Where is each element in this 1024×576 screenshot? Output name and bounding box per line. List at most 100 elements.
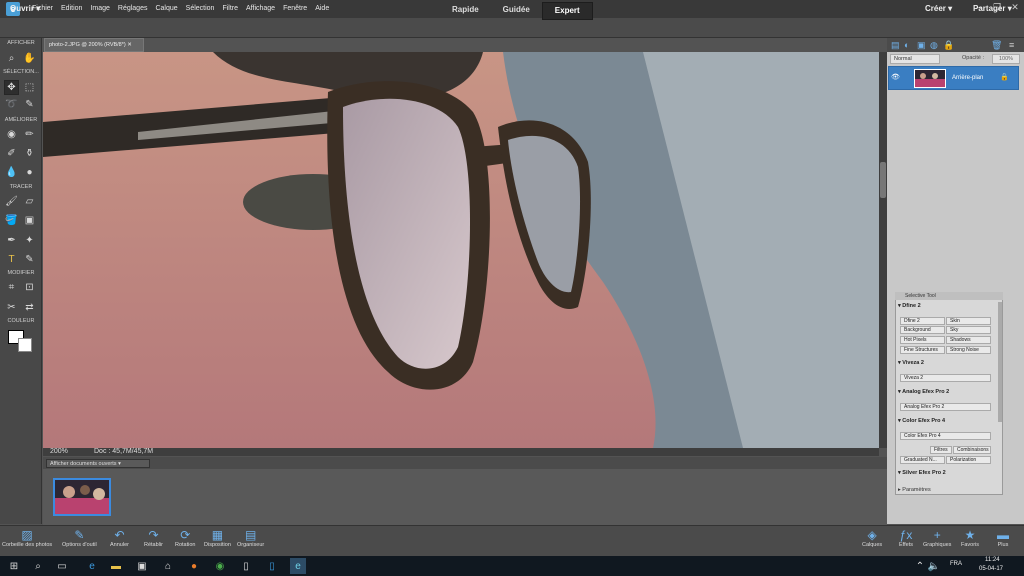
menu-fenetre[interactable]: Fenêtre	[279, 0, 311, 18]
clock-time[interactable]: 11:24	[985, 557, 1000, 563]
skin-button[interactable]: Skin	[946, 317, 991, 325]
dfine-2-button[interactable]: Dfine 2	[900, 317, 945, 325]
tab-expert[interactable]: Expert	[541, 2, 593, 20]
blend-mode-select[interactable]: Normal	[890, 54, 940, 64]
menu-affichage[interactable]: Affichage	[242, 0, 279, 18]
quick-select-icon[interactable]: ✎	[22, 97, 37, 112]
image-canvas[interactable]	[43, 52, 879, 448]
stamp-icon[interactable]: ⚱	[22, 146, 37, 161]
menu-filtre[interactable]: Filtre	[218, 0, 242, 18]
graphics-button[interactable]: + Graphiques	[923, 528, 951, 548]
selective-tool-scrollbar[interactable]	[998, 302, 1002, 422]
create-button[interactable]: Créer ▾	[925, 4, 952, 13]
graduated-n-button[interactable]: Graduated N...	[900, 456, 945, 464]
word-icon[interactable]: ▯	[264, 558, 280, 574]
tab-guidee[interactable]: Guidée	[491, 2, 542, 20]
hand-icon[interactable]: ✋	[22, 51, 37, 66]
filtres-button[interactable]: Filtres	[930, 446, 952, 454]
section-dfine[interactable]: ▾ Dfine 2	[898, 303, 921, 309]
section-analog-efex[interactable]: ▾ Analog Efex Pro 2	[898, 389, 949, 395]
firefox-icon[interactable]: ●	[186, 558, 202, 574]
file-explorer-icon[interactable]: ▬	[108, 558, 124, 574]
photo-bin-thumbnail[interactable]	[53, 478, 111, 516]
sponge-icon[interactable]: ●	[22, 165, 37, 180]
fine-structures-button[interactable]: Fine Structures	[900, 346, 945, 354]
photo-bin-select[interactable]: Afficher documents ouverts ▾	[46, 459, 150, 468]
blur-icon[interactable]: 💧	[4, 165, 19, 180]
layer-lock-icon[interactable]: 🔒	[1000, 73, 1009, 81]
menu-calque[interactable]: Calque	[151, 0, 181, 18]
hot-pixels-button[interactable]: Hot Pixels	[900, 336, 945, 344]
favorites-button[interactable]: ★ Favoris	[961, 528, 979, 548]
photoshop-elements-icon[interactable]: e	[290, 558, 306, 574]
layer-name[interactable]: Arrière-plan	[952, 75, 983, 81]
strong-noise-button[interactable]: Strong Noise	[946, 346, 991, 354]
tab-rapide[interactable]: Rapide	[440, 2, 491, 20]
clock-date[interactable]: 05-04-17	[979, 566, 1003, 572]
canvas-vertical-scrollbar[interactable]	[879, 52, 887, 448]
chrome-icon[interactable]: ◉	[212, 558, 228, 574]
viveza-2-button[interactable]: Viveza 2	[900, 374, 991, 382]
marquee-icon[interactable]: ⬚	[22, 80, 37, 95]
selective-tool-title[interactable]: Selective Tool	[895, 292, 1003, 300]
background-button[interactable]: Background	[900, 326, 945, 334]
share-button[interactable]: Partager ▾	[973, 4, 1012, 13]
spot-healing-icon[interactable]: ✐	[4, 146, 19, 161]
windows-start-icon[interactable]: ⊞	[6, 558, 22, 574]
section-viveza[interactable]: ▾ Viveza 2	[898, 360, 924, 366]
analog-efex-pro-2-button[interactable]: Analog Efex Pro 2	[900, 403, 991, 411]
section-silver-efex[interactable]: ▾ Silver Efex Pro 2	[898, 470, 946, 476]
document-icon[interactable]: ▯	[238, 558, 254, 574]
eyedropper-icon[interactable]: ✒	[4, 233, 19, 248]
red-eye-icon[interactable]: ◉	[4, 127, 19, 142]
menu-edition[interactable]: Edition	[57, 0, 86, 18]
parameters-link[interactable]: ▸ Paramètres	[898, 487, 931, 493]
adjustment-layer-icon[interactable]: ◐	[904, 40, 909, 50]
organizer-button[interactable]: ▤ Organiseur	[237, 528, 264, 548]
shape-icon[interactable]: ✦	[22, 233, 37, 248]
menu-selection[interactable]: Sélection	[182, 0, 219, 18]
recompose-icon[interactable]: ⊡	[22, 280, 37, 295]
sky-button[interactable]: Sky	[946, 326, 991, 334]
undo-button[interactable]: ↶ Annuler	[110, 528, 129, 548]
panel-menu-icon[interactable]: ≡	[1009, 40, 1014, 50]
more-button[interactable]: ▬ Plus	[995, 528, 1011, 548]
zoom-icon[interactable]: ⌕	[4, 51, 19, 66]
open-button[interactable]: Ouvrir ▾	[10, 4, 40, 13]
document-tab[interactable]: photo-2.JPG @ 200% (RVB/8*) ✕	[44, 38, 144, 52]
paint-bucket-icon[interactable]: 🪣	[4, 213, 19, 228]
effects-button[interactable]: ƒx Effets	[898, 528, 914, 548]
straighten-icon[interactable]: ✂	[4, 300, 19, 315]
language-indicator[interactable]: FRA	[950, 561, 962, 567]
gradient-icon[interactable]: ▣	[22, 213, 37, 228]
menu-aide[interactable]: Aide	[311, 0, 333, 18]
mask-icon[interactable]: ◍	[930, 40, 938, 51]
trash-icon[interactable]: 🗑	[991, 40, 1002, 51]
eraser-icon[interactable]: ▱	[22, 194, 37, 209]
photo-bin-button[interactable]: ▨ Corbeille des photos	[2, 528, 52, 548]
menu-image[interactable]: Image	[86, 0, 113, 18]
layers-button[interactable]: ◈ Calques	[862, 528, 882, 548]
redo-button[interactable]: ↷ Rétablir	[144, 528, 163, 548]
layout-button[interactable]: ▦ Disposition	[204, 528, 231, 548]
group-icon[interactable]: ▣	[917, 40, 926, 51]
move-icon[interactable]: ✥	[4, 80, 19, 95]
polarization-button[interactable]: Polarization	[946, 456, 991, 464]
task-view-icon[interactable]: ▭	[54, 558, 70, 574]
home-icon[interactable]: ⌂	[160, 558, 176, 574]
menu-reglages[interactable]: Réglages	[114, 0, 152, 18]
tool-options-button[interactable]: ✎ Options d'outil	[62, 528, 97, 548]
content-move-icon[interactable]: ⇄	[22, 300, 37, 315]
combinaisons-button[interactable]: Combinaisons	[953, 446, 991, 454]
eye-icon[interactable]: 👁	[891, 73, 900, 81]
background-color-swatch[interactable]	[18, 338, 32, 352]
edge-icon[interactable]: e	[84, 558, 100, 574]
rotation-button[interactable]: ⟳ Rotation	[175, 528, 196, 548]
crop-icon[interactable]: ⌗	[4, 280, 19, 295]
pencil-icon[interactable]: ✎	[22, 252, 37, 267]
lasso-icon[interactable]: ➰	[4, 97, 19, 112]
taskbar-search-icon[interactable]: ⌕	[30, 558, 46, 574]
opacity-field[interactable]: 100%	[992, 54, 1020, 64]
canvas-scroll-thumb[interactable]	[880, 162, 886, 198]
shadows-button[interactable]: Shadows	[946, 336, 991, 344]
